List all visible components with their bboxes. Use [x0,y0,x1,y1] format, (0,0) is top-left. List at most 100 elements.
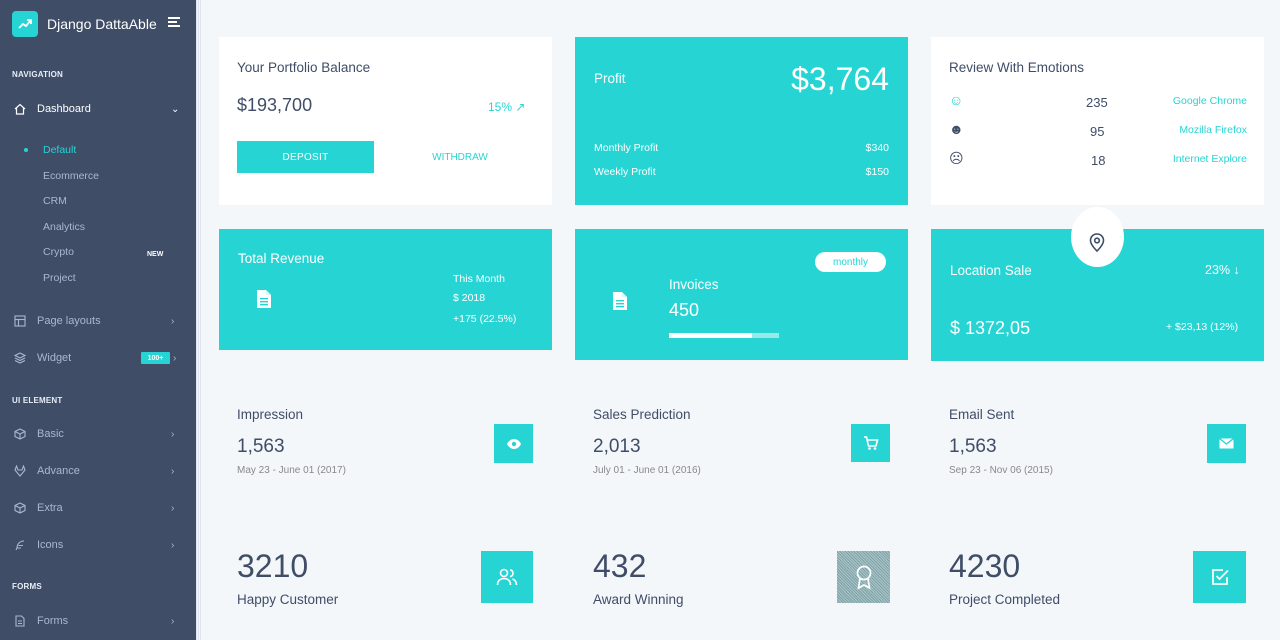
revenue-amount: $ 2018 [453,292,486,304]
monthly-badge[interactable]: monthly [815,252,886,272]
feather-icon [15,540,25,551]
invoices-card: monthly Invoices 450 [575,229,908,360]
brand[interactable]: Django DattaAble [12,11,184,37]
sidebar-item-extra[interactable]: Extra › [0,495,196,521]
trend-up-icon [12,11,38,37]
chevron-right-icon: › [171,502,175,514]
layers-icon [14,352,26,364]
layout-icon [14,315,26,327]
card-title: Total Revenue [238,251,325,266]
sidebar-subitem-analytics[interactable]: Analytics [43,221,85,233]
mail-icon[interactable] [1207,424,1246,463]
counter-label: Happy Customer [237,592,339,607]
eye-icon[interactable] [494,424,533,463]
cart-icon[interactable] [851,424,890,462]
sidebar-item-page-layouts[interactable]: Page layouts › [0,308,196,334]
browser-name: Google Chrome [1172,95,1247,107]
brand-name: Django DattaAble [47,16,157,32]
widget-count-badge: 100+ [141,352,170,364]
deposit-button[interactable]: DEPOSIT [237,141,374,173]
card-title: Your Portfolio Balance [237,60,371,75]
file-text-icon [15,615,25,627]
withdraw-button[interactable]: WITHDRAW [399,141,521,173]
impression-card: Impression 1,563 May 23 - June 01 (2017) [219,386,552,496]
location-change: 23% ↓ [1205,263,1240,277]
invoices-value: 450 [669,300,700,320]
nav-caption-ui-element: UI ELEMENT [12,396,63,405]
card-title: Sales Prediction [593,407,691,422]
location-delta: + $23,13 (12%) [1166,321,1239,333]
file-icon [257,290,271,308]
card-title: Location Sale [950,263,1032,278]
sidebar: Django DattaAble NAVIGATION Dashboard ⌄ … [0,0,196,640]
nav-caption-forms: FORMS [12,582,42,591]
email-sent-card: Email Sent 1,563 Sep 23 - Nov 06 (2015) [931,386,1264,496]
location-pin-circle [1071,207,1124,267]
active-dot-icon [24,148,28,152]
counter-label: Project Completed [949,592,1061,607]
sidebar-subitem-ecommerce[interactable]: Ecommerce [43,170,99,182]
sidebar-item-icons[interactable]: Icons › [0,532,196,558]
sidebar-item-basic[interactable]: Basic › [0,421,196,447]
sidebar-subitem-default[interactable]: Default [43,144,76,156]
stat-range: Sep 23 - Nov 06 (2015) [949,465,1053,476]
monthly-profit-label: Monthly Profit [594,142,659,154]
users-icon[interactable] [481,551,533,603]
sidebar-subitem-crypto[interactable]: Crypto [43,246,74,258]
card-title: Profit [594,71,626,86]
sidebar-item-label: Page layouts [37,315,101,327]
chevron-right-icon: › [173,352,177,364]
change-value: 15% [488,100,513,114]
frown-icon: ☹ [949,150,964,166]
smile-icon: ☺ [949,92,964,108]
nav-caption-navigation: NAVIGATION [12,70,64,79]
sales-prediction-card: Sales Prediction 2,013 July 01 - June 01… [575,386,908,496]
monthly-profit-value: $340 [865,142,889,154]
card-title: Impression [237,407,304,422]
check-square-icon[interactable] [1193,551,1246,603]
emotion-count: 18 [1091,153,1106,168]
sidebar-subitem-crm[interactable]: CRM [43,195,67,207]
menu-toggle-icon[interactable] [168,17,180,29]
portfolio-balance: $193,700 [237,95,313,115]
sidebar-item-label: Extra [37,502,63,514]
gitlab-icon [14,465,26,477]
weekly-profit-value: $150 [865,166,889,178]
sidebar-item-forms[interactable]: Forms › [0,608,196,634]
chevron-right-icon: › [171,315,175,327]
portfolio-change: 15% ↗ [488,100,525,114]
sidebar-item-dashboard[interactable]: Dashboard ⌄ [0,96,196,122]
profit-card: Profit $3,764 Monthly Profit $340 Weekly… [575,37,908,205]
sidebar-divider [196,0,202,640]
counter-value: 3210 [237,548,309,584]
chevron-right-icon: › [171,428,175,440]
new-badge: NEW [147,251,164,258]
sidebar-item-label: Icons [37,539,64,551]
package-icon [14,502,26,514]
award-winning-card: 432 Award Winning [575,530,908,640]
emotion-count: 235 [1086,95,1108,110]
sidebar-item-advance[interactable]: Advance › [0,458,196,484]
chevron-right-icon: › [171,539,175,551]
browser-name: Mozilla Firefox [1179,124,1247,136]
location-amount: $ 1372,05 [950,318,1031,338]
home-icon [14,103,26,115]
award-icon[interactable] [837,551,890,603]
revenue-period: This Month [453,273,505,285]
profit-amount: $3,764 [791,61,889,97]
emotion-row: ☻ 95 Mozilla Firefox [949,121,1247,139]
sidebar-subitem-project[interactable]: Project [43,272,76,284]
stat-value: 1,563 [949,436,997,457]
neutral-face-icon: ☻ [949,121,964,137]
stat-range: July 01 - June 01 (2016) [593,465,701,476]
stat-value: 1,563 [237,436,285,457]
emotion-row: ☹ 18 Internet Explore [949,150,1247,168]
counter-label: Award Winning [593,592,684,607]
card-title: Review With Emotions [949,60,1085,75]
box-icon [14,428,26,440]
counter-value: 4230 [949,548,1021,584]
map-pin-icon [1089,233,1105,253]
file-icon [613,292,627,310]
counter-value: 432 [593,548,647,584]
emotion-count: 95 [1090,124,1105,139]
